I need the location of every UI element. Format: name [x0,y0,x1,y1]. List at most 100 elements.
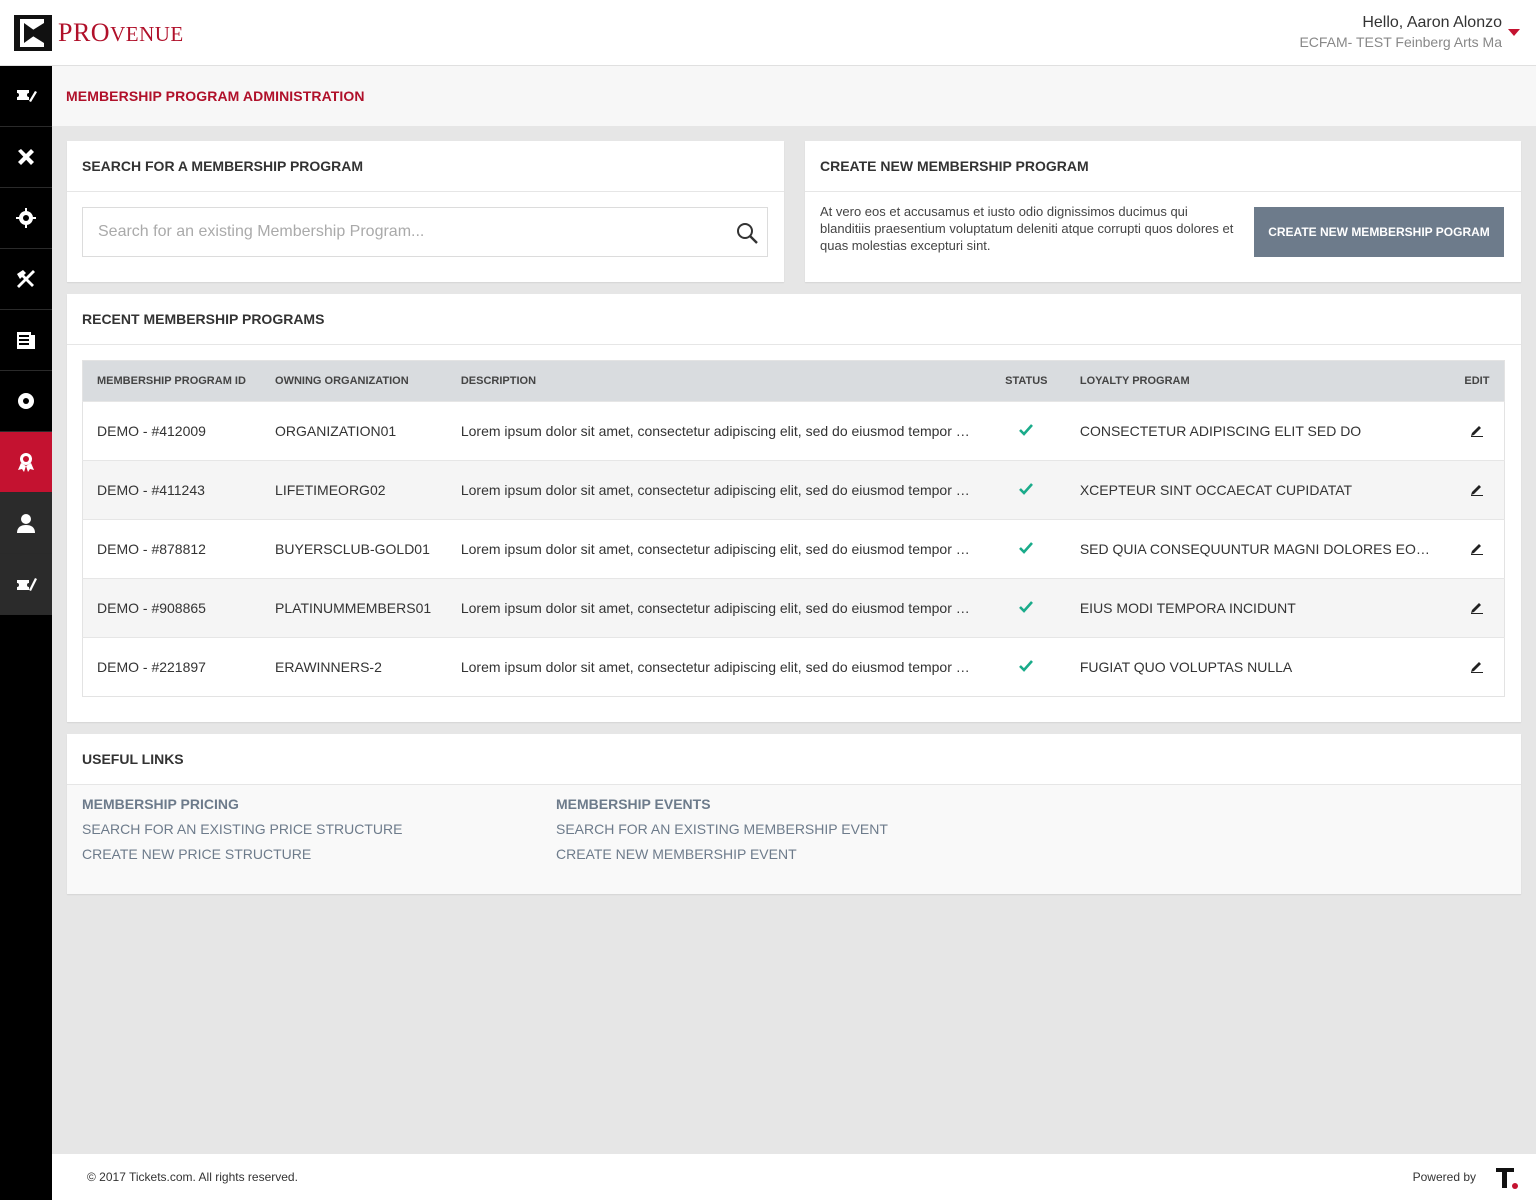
create-panel-description: At vero eos et accusamus et iusto odio d… [820,204,1234,253]
edit-pencil-icon[interactable] [1470,541,1484,555]
edit-pencil-icon[interactable] [1470,482,1484,496]
recent-programs-heading: RECENT MEMBERSHIP PROGRAMS [67,294,1521,345]
cog-icon [18,393,34,409]
cell-status [986,578,1066,638]
status-active-check-icon [1019,423,1034,436]
sidebar-item-configuration[interactable] [0,371,52,432]
copyright-text: © 2017 Tickets.com. All rights reserved. [87,1170,298,1184]
search-membership-event-link[interactable]: SEARCH FOR AN EXISTING MEMBERSHIP EVENT [556,821,888,837]
page-title: MEMBERSHIP PROGRAM ADMINISTRATION [66,88,365,104]
cell-edit [1449,519,1505,579]
recent-programs-table: MEMBERSHIP PROGRAM ID OWNING ORGANIZATIO… [82,360,1505,697]
cell-status [986,460,1066,520]
status-active-check-icon [1019,659,1034,672]
cell-program-id: DEMO - #411243 [82,460,262,520]
status-active-check-icon [1019,541,1034,554]
table-header-row: MEMBERSHIP PROGRAM ID OWNING ORGANIZATIO… [82,360,1505,402]
search-panel-heading: SEARCH FOR A MEMBERSHIP PROGRAM [67,141,784,192]
cell-loyalty: SED QUIA CONSEQUUNTUR MAGNI DOLORES EOS … [1065,519,1450,579]
col-header-status[interactable]: STATUS [986,360,1066,402]
create-price-structure-link[interactable]: CREATE NEW PRICE STRUCTURE [82,846,402,862]
user-organization: ECFAM- TEST Feinberg Arts Ma [1299,34,1502,50]
edit-pencil-icon[interactable] [1470,423,1484,437]
search-input[interactable] [83,208,767,256]
user-menu-caret-icon[interactable] [1508,29,1520,36]
main-content: MEMBERSHIP PROGRAM ADMINISTRATION SEARCH… [52,66,1536,1154]
provenue-logo[interactable]: PROVENUE [14,14,184,52]
tickets-com-logo-icon [1496,1168,1518,1189]
cell-status [986,401,1066,461]
create-membership-button[interactable]: CREATE NEW MEMBERSHIP POGRAM [1254,207,1504,257]
recent-programs-panel: RECENT MEMBERSHIP PROGRAMS MEMBERSHIP PR… [67,294,1521,722]
cell-program-id: DEMO - #908865 [82,578,262,638]
cell-loyalty: XCEPTEUR SINT OCCAECAT CUPIDATAT [1065,460,1450,520]
edit-pencil-icon[interactable] [1470,600,1484,614]
cell-program-id: DEMO - #878812 [82,519,262,579]
cell-edit [1449,460,1505,520]
cell-description: Lorem ipsum dolor sit amet, consectetur … [446,637,987,697]
cell-owning-org: LIFETIMEORG02 [261,460,447,520]
events-links: MEMBERSHIP EVENTS SEARCH FOR AN EXISTING… [556,796,888,871]
pricing-links: MEMBERSHIP PRICING SEARCH FOR AN EXISTIN… [82,796,402,871]
footer: © 2017 Tickets.com. All rights reserved.… [52,1154,1536,1200]
search-icon[interactable] [735,221,759,245]
membership-pricing-link[interactable]: MEMBERSHIP PRICING [82,796,402,812]
hammer-wrench-icon [17,270,35,288]
sidebar-item-membership[interactable] [0,432,52,493]
membership-ribbon-icon [18,453,34,472]
cell-status [986,637,1066,697]
search-panel: SEARCH FOR A MEMBERSHIP PROGRAM [67,141,784,282]
cell-program-id: DEMO - #412009 [82,401,262,461]
table-row[interactable]: DEMO - #878812 BUYERSCLUB-GOLD01 Lorem i… [82,519,1505,579]
status-active-check-icon [1019,600,1034,613]
sidebar-item-ticketing[interactable] [0,66,52,127]
col-header-loyalty[interactable]: LOYALTY PROGRAM [1065,360,1450,402]
cell-status [986,519,1066,579]
useful-links-panel: USEFUL LINKS MEMBERSHIP PRICING SEARCH F… [67,734,1521,894]
sidebar-item-setup[interactable] [0,127,52,188]
sidebar-item-tools[interactable] [0,249,52,310]
table-row[interactable]: DEMO - #411243 LIFETIMEORG02 Lorem ipsum… [82,460,1505,520]
col-header-description[interactable]: DESCRIPTION [446,360,987,402]
user-menu[interactable]: Hello, Aaron Alonzo ECFAM- TEST Feinberg… [1299,13,1502,51]
search-box [82,207,768,257]
status-active-check-icon [1019,482,1034,495]
create-panel: CREATE NEW MEMBERSHIP PROGRAM At vero eo… [805,141,1521,282]
sidebar [0,66,52,1200]
provenue-logo-icon [14,15,52,51]
edit-pencil-icon[interactable] [1470,659,1484,673]
cell-description: Lorem ipsum dolor sit amet, consectetur … [446,578,987,638]
cell-program-id: DEMO - #221897 [82,637,262,697]
cell-description: Lorem ipsum dolor sit amet, consectetur … [446,519,987,579]
sidebar-item-settings[interactable] [0,188,52,249]
sidebar-item-patrons[interactable] [0,493,52,554]
document-icon [17,332,35,349]
top-header: PROVENUE Hello, Aaron Alonzo ECFAM- TEST… [0,0,1536,66]
membership-events-link[interactable]: MEMBERSHIP EVENTS [556,796,888,812]
title-bar: MEMBERSHIP PROGRAM ADMINISTRATION [52,66,1536,126]
col-header-owning-org[interactable]: OWNING ORGANIZATION [261,360,447,402]
cell-description: Lorem ipsum dolor sit amet, consectetur … [446,401,987,461]
search-price-structure-link[interactable]: SEARCH FOR AN EXISTING PRICE STRUCTURE [82,821,402,837]
sidebar-item-sales[interactable] [0,554,52,615]
useful-links-heading: USEFUL LINKS [67,734,1521,785]
col-header-program-id[interactable]: MEMBERSHIP PROGRAM ID [82,360,262,402]
cell-owning-org: PLATINUMMEMBERS01 [261,578,447,638]
table-row[interactable]: DEMO - #221897 ERAWINNERS-2 Lorem ipsum … [82,637,1505,697]
table-row[interactable]: DEMO - #908865 PLATINUMMEMBERS01 Lorem i… [82,578,1505,638]
cell-description: Lorem ipsum dolor sit amet, consectetur … [446,460,987,520]
cell-loyalty: CONSECTETUR ADIPISCING ELIT SED DO [1065,401,1450,461]
table-row[interactable]: DEMO - #412009 ORGANIZATION01 Lorem ipsu… [82,401,1505,461]
cell-loyalty: FUGIAT QUO VOLUPTAS NULLA [1065,637,1450,697]
col-header-edit: EDIT [1449,360,1505,402]
cell-loyalty: EIUS MODI TEMPORA INCIDUNT [1065,578,1450,638]
create-membership-event-link[interactable]: CREATE NEW MEMBERSHIP EVENT [556,846,888,862]
user-icon [17,514,35,533]
cell-owning-org: BUYERSCLUB-GOLD01 [261,519,447,579]
ticket-edit-icon [17,90,37,102]
cell-edit [1449,578,1505,638]
powered-by-text: Powered by [1412,1170,1476,1184]
logo-text: PROVENUE [58,18,184,47]
sidebar-item-reports[interactable] [0,310,52,371]
cell-owning-org: ERAWINNERS-2 [261,637,447,697]
